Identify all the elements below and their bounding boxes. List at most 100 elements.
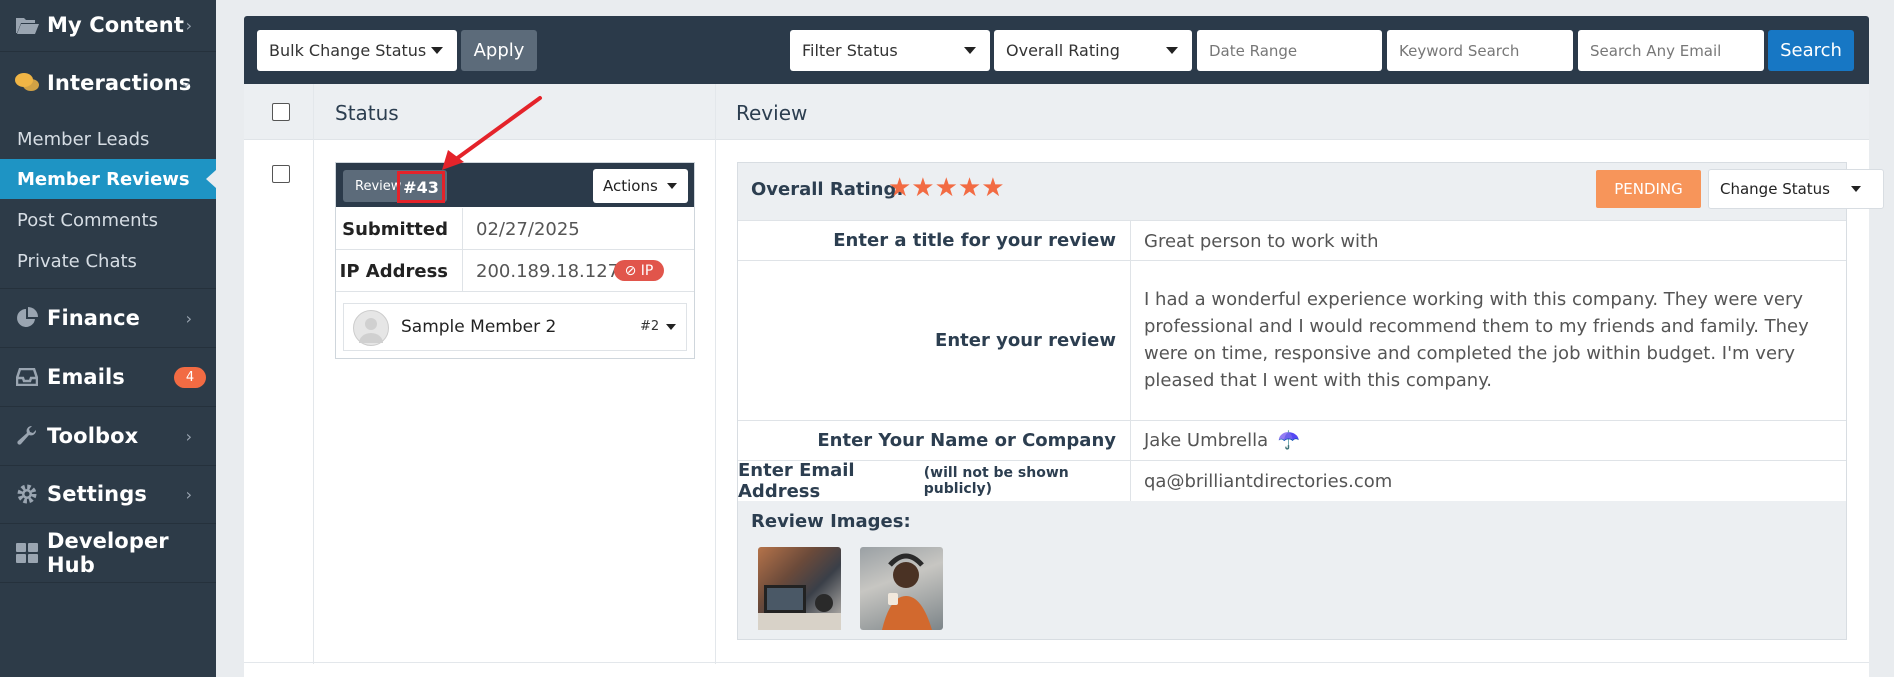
nav-emails[interactable]: Emails 4 xyxy=(0,364,216,390)
divider xyxy=(0,51,216,52)
wrench-icon xyxy=(14,425,40,447)
sidebar-item-member-reviews[interactable]: Member Reviews xyxy=(0,159,216,199)
status-badge: PENDING xyxy=(1596,170,1701,208)
field-value: Jake Umbrella ☂️ xyxy=(1144,427,1300,454)
submitted-row: Submitted 02/27/2025 xyxy=(336,208,694,250)
chevron-right-icon: › xyxy=(185,484,192,504)
field-label: Enter Your Name or Company xyxy=(738,421,1131,460)
divider xyxy=(0,288,216,289)
submitted-value: 02/27/2025 xyxy=(476,219,580,240)
caret-down-icon xyxy=(667,183,677,189)
reviewer-name: Jake Umbrella xyxy=(1144,430,1269,451)
overall-rating-label: Overall Rating: xyxy=(751,179,904,200)
member-selector[interactable]: Sample Member 2 #2 xyxy=(343,303,687,351)
overall-rating-select[interactable]: Overall Rating xyxy=(994,30,1192,71)
ip-value: 200.189.18.127 xyxy=(476,261,620,282)
review-title-row: Enter a title for your review Great pers… xyxy=(738,220,1846,260)
field-value: Great person to work with xyxy=(1144,231,1379,252)
change-status-select[interactable]: Change Status xyxy=(1708,169,1884,209)
block-ip-badge[interactable]: ⊘ IP xyxy=(614,260,664,281)
caret-down-icon xyxy=(1851,186,1861,192)
member-name: Sample Member 2 xyxy=(401,317,557,337)
annotation-arrow-icon xyxy=(442,96,542,170)
search-button[interactable]: Search xyxy=(1768,30,1854,71)
nav-finance[interactable]: Finance › xyxy=(0,305,216,331)
nav-developer-hub[interactable]: Developer Hub xyxy=(0,529,216,577)
email-search-input[interactable]: Search Any Email xyxy=(1578,30,1764,71)
pie-chart-icon xyxy=(14,307,40,329)
review-image-thumbnail[interactable] xyxy=(758,547,841,630)
select-all-checkbox[interactable] xyxy=(272,103,290,121)
nav-my-content[interactable]: My Content › xyxy=(0,12,216,38)
nav-label: Interactions xyxy=(47,71,192,95)
email-label-text: Enter Email Address xyxy=(738,460,855,502)
email-count-badge: 4 xyxy=(174,366,206,388)
nav-label: Emails xyxy=(47,365,125,389)
nav-label: Developer Hub xyxy=(47,529,169,577)
field-label: Enter a title for your review xyxy=(738,221,1131,260)
sidebar-item-member-leads[interactable]: Member Leads xyxy=(0,119,216,159)
select-label: Overall Rating xyxy=(1006,41,1120,60)
review-image-thumbnail[interactable] xyxy=(860,547,943,630)
select-label: Change Status xyxy=(1720,180,1830,198)
field-label: Enter Email Address (will not be shown p… xyxy=(738,460,1131,502)
gear-icon xyxy=(14,483,40,505)
chevron-down-icon: ⌄ xyxy=(180,75,192,91)
avatar xyxy=(353,310,389,346)
review-details-panel: Overall Rating: ★★★★★ PENDING Change Sta… xyxy=(737,162,1884,640)
date-range-input[interactable]: Date Range xyxy=(1197,30,1382,71)
select-label: Bulk Change Status xyxy=(269,41,427,60)
star-rating: ★★★★★ xyxy=(888,173,1005,203)
inbox-icon xyxy=(14,366,40,388)
row-divider xyxy=(244,662,1869,663)
member-number: #2 xyxy=(640,319,660,334)
review-column-header: Review xyxy=(736,101,808,125)
nav-interactions[interactable]: Interactions ⌄ xyxy=(0,70,216,96)
filter-status-select[interactable]: Filter Status xyxy=(790,30,990,71)
comments-icon xyxy=(14,72,40,94)
ip-label: IP Address xyxy=(336,250,463,292)
field-label: Enter your review xyxy=(738,261,1131,420)
nav-label: Settings xyxy=(47,482,147,506)
actions-label: Actions xyxy=(603,177,658,195)
row-checkbox[interactable] xyxy=(272,165,290,183)
apply-button[interactable]: Apply xyxy=(461,30,537,71)
divider xyxy=(0,347,216,348)
sidebar-item-post-comments[interactable]: Post Comments xyxy=(0,200,216,240)
divider xyxy=(0,406,216,407)
caret-down-icon xyxy=(964,47,976,54)
keyword-search-input[interactable]: Keyword Search xyxy=(1387,30,1573,71)
divider xyxy=(0,582,216,583)
select-label: Filter Status xyxy=(802,41,898,60)
bulk-change-status-select[interactable]: Bulk Change Status xyxy=(257,30,457,71)
folder-open-icon xyxy=(14,14,40,36)
actions-dropdown-button[interactable]: Actions xyxy=(593,169,688,203)
review-status-card: Review #43 Actions Submitted 02/27/2025 … xyxy=(335,162,695,359)
nav-label: Toolbox xyxy=(47,424,139,448)
ip-row: IP Address 200.189.18.127 ⊘ IP xyxy=(336,250,694,292)
grid-icon xyxy=(14,542,40,564)
caret-down-icon xyxy=(431,47,443,54)
column-divider xyxy=(313,84,314,664)
chevron-right-icon: › xyxy=(185,15,192,35)
nav-toolbox[interactable]: Toolbox › xyxy=(0,423,216,449)
field-value: I had a wonderful experience working wit… xyxy=(1144,289,1809,391)
email-note: (will not be shown publicly) xyxy=(923,465,1069,497)
caret-down-icon xyxy=(666,324,676,330)
submitted-label: Submitted xyxy=(336,208,463,250)
filter-toolbar: Bulk Change Status Apply Filter Status O… xyxy=(244,16,1869,84)
column-divider xyxy=(715,84,716,664)
reviewer-email-row: Enter Email Address (will not be shown p… xyxy=(738,460,1846,502)
umbrella-icon: ☂️ xyxy=(1277,430,1301,451)
chevron-right-icon: › xyxy=(185,308,192,328)
divider xyxy=(0,465,216,466)
review-images-label: Review Images: xyxy=(751,511,911,532)
field-value: qa@brilliantdirectories.com xyxy=(1144,471,1393,492)
reviewer-name-row: Enter Your Name or Company Jake Umbrella… xyxy=(738,420,1846,460)
review-label: Review xyxy=(355,178,402,194)
nav-label: My Content xyxy=(47,13,184,37)
divider xyxy=(0,523,216,524)
sidebar-item-private-chats[interactable]: Private Chats xyxy=(0,241,216,281)
nav-settings[interactable]: Settings › xyxy=(0,481,216,507)
nav-label: Finance xyxy=(47,306,141,330)
